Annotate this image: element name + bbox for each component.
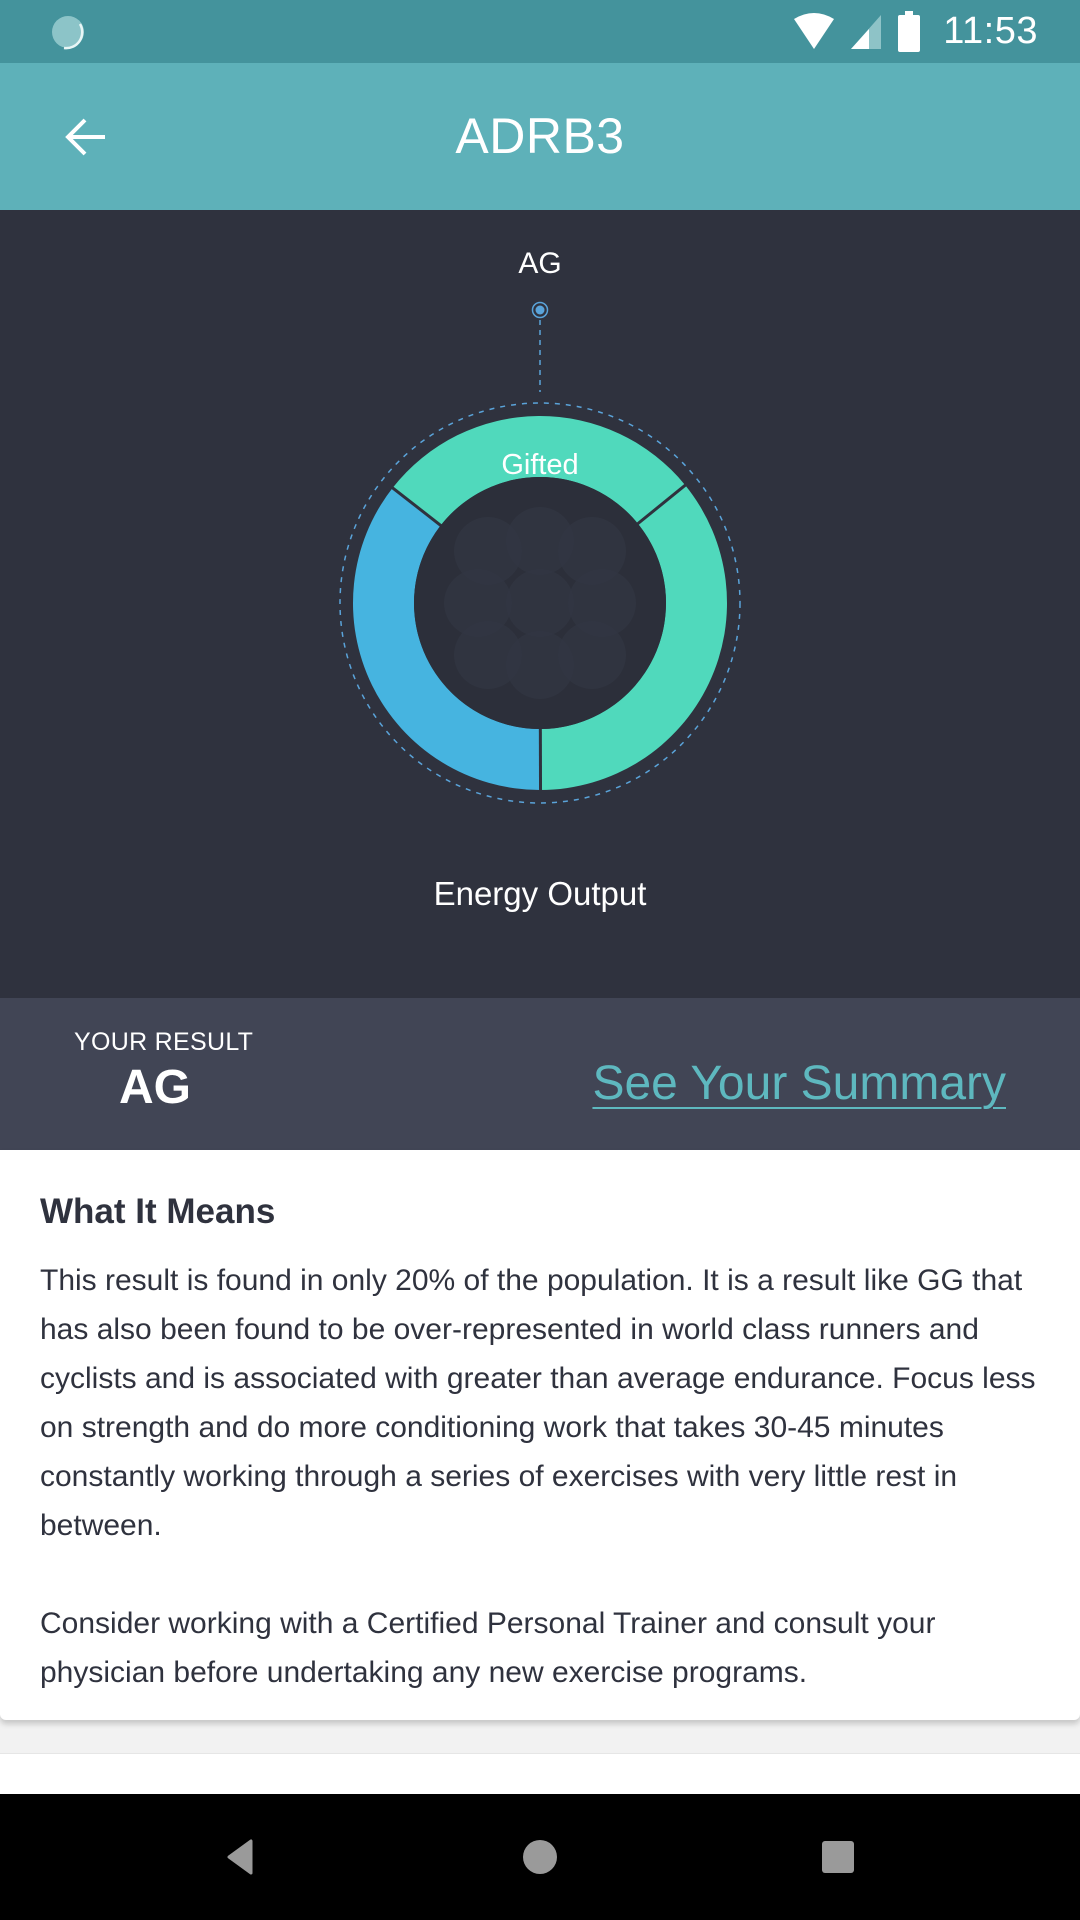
ring-label-gifted: Gifted bbox=[501, 449, 578, 481]
app-bar: ADRB3 bbox=[0, 63, 1080, 210]
see-summary-link[interactable]: See Your Summary bbox=[592, 1056, 1006, 1111]
result-bar: YOUR RESULT AG See Your Summary bbox=[0, 998, 1080, 1150]
your-result-value: AG bbox=[119, 1061, 191, 1114]
marker-dot bbox=[535, 305, 545, 315]
arrow-left-icon bbox=[65, 118, 105, 156]
status-bar: 11:53 bbox=[0, 0, 1080, 63]
back-button[interactable] bbox=[48, 99, 124, 175]
status-icons: 11:53 bbox=[793, 0, 1038, 63]
your-result-caption: YOUR RESULT bbox=[74, 1028, 254, 1056]
card-body: This result is found in only 20% of the … bbox=[40, 1256, 1050, 1697]
genotype-chart-section: AG Gifted Energy Output bbox=[0, 210, 1080, 998]
nav-recents-button[interactable] bbox=[803, 1822, 873, 1892]
pattern-circle bbox=[558, 517, 626, 585]
inner-circle-pattern bbox=[414, 477, 666, 729]
home-circle-icon bbox=[523, 1840, 557, 1874]
pattern-circle bbox=[454, 517, 522, 585]
pattern-circle bbox=[558, 621, 626, 689]
nav-home-button[interactable] bbox=[505, 1822, 575, 1892]
status-time: 11:53 bbox=[943, 10, 1038, 52]
loading-spinner-icon bbox=[52, 16, 84, 50]
trait-label: Energy Output bbox=[433, 875, 647, 912]
card-paragraph: Consider working with a Certified Person… bbox=[40, 1607, 936, 1689]
what-it-means-card: What It Means This result is found in on… bbox=[0, 1150, 1080, 1720]
genotype-marker-label: AG bbox=[518, 247, 561, 280]
battery-icon bbox=[898, 10, 921, 52]
navigation-bar bbox=[0, 1794, 1080, 1920]
nav-back-button[interactable] bbox=[206, 1822, 276, 1892]
back-triangle-icon bbox=[227, 1839, 253, 1875]
card-title: What It Means bbox=[40, 1192, 276, 1231]
signal-icon bbox=[851, 14, 882, 49]
pattern-circle bbox=[506, 569, 574, 637]
pattern-circle bbox=[454, 621, 522, 689]
wifi-icon bbox=[794, 12, 835, 49]
card-paragraph: This result is found in only 20% of the … bbox=[40, 1264, 1036, 1542]
recents-square-icon bbox=[822, 1841, 854, 1873]
page-title: ADRB3 bbox=[455, 108, 625, 164]
